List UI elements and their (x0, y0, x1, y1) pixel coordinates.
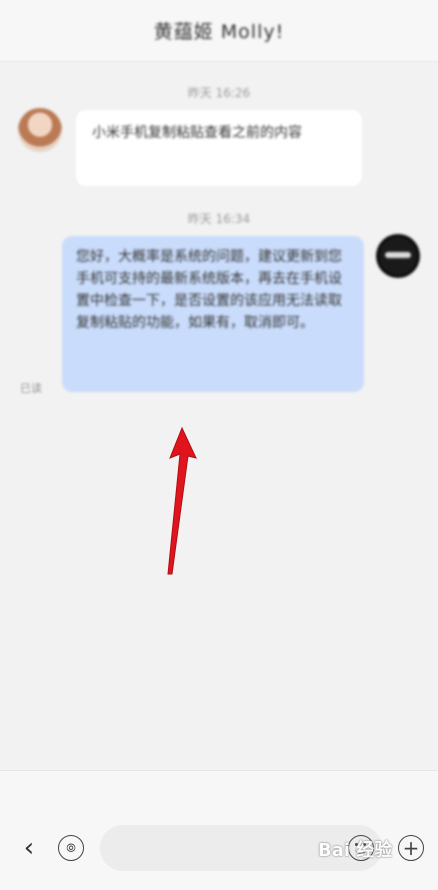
chat-screen: 黄蕴姬 Molly! 昨天 16:26 小米手机复制粘贴查看之前的内容 昨天 1… (0, 0, 438, 890)
chevron-left-icon[interactable]: ‹ (14, 833, 44, 863)
my-avatar[interactable] (376, 234, 420, 278)
incoming-message-bubble[interactable]: 小米手机复制粘贴查看之前的内容 (76, 110, 362, 186)
avatar-logo (385, 252, 411, 258)
annotation-arrow-icon (167, 426, 197, 575)
message-timestamp: 昨天 16:34 (187, 212, 251, 226)
input-toolbar: ‹ ⦾ + (0, 770, 438, 890)
contact-avatar[interactable] (18, 108, 62, 152)
message-text: 您好，大概率是系统的问题，建议更新到您手机可支持的最新系统版本，再去在手机设置中… (76, 249, 342, 331)
chat-header: 黄蕴姬 Molly! (0, 0, 438, 62)
voice-icon[interactable]: ⦾ (58, 835, 84, 861)
message-text: 小米手机复制粘贴查看之前的内容 (92, 125, 302, 141)
outgoing-message-bubble[interactable]: 您好，大概率是系统的问题，建议更新到您手机可支持的最新系统版本，再去在手机设置中… (62, 236, 364, 392)
chat-title: 黄蕴姬 Molly! (153, 21, 285, 43)
message-timestamp: 昨天 16:26 (187, 86, 251, 100)
message-list[interactable]: 昨天 16:26 小米手机复制粘贴查看之前的内容 昨天 16:34 您好，大概率… (0, 62, 438, 770)
watermark-logo: Bai 经验 (318, 840, 393, 861)
plus-icon[interactable]: + (398, 835, 424, 861)
read-status: 已读 (20, 382, 42, 395)
